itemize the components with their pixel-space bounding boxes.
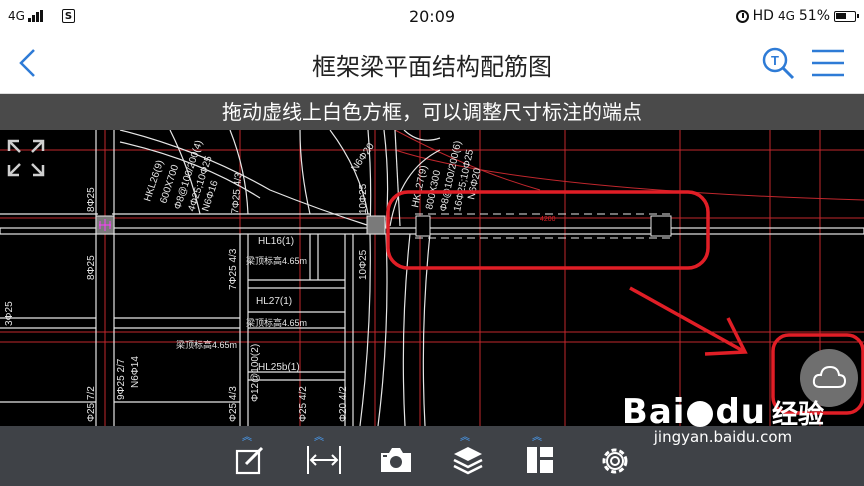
drawing-canvas[interactable]: 4200 HKL26(9) 600X700 Φ8@100/200(4) 4Φ25… (0, 130, 864, 426)
label-left-8: 8Φ25 (86, 187, 97, 212)
layout-panels-icon (527, 447, 553, 473)
edit-annotation-button[interactable]: ︽ (230, 432, 270, 476)
label-left-8b: 8Φ25 (86, 255, 97, 280)
label-hl16: HL16(1) (258, 236, 294, 247)
battery-icon (834, 10, 859, 22)
dimension-arrows-icon (307, 446, 341, 474)
hd-indicator: HD (752, 8, 774, 24)
gear-icon (602, 448, 628, 474)
alarm-icon (735, 9, 749, 23)
expand-chevron-icon: ︽ (242, 432, 252, 443)
layers-icon (453, 447, 483, 475)
pencil-square-icon (235, 446, 264, 475)
label-nk: N6Φ20 (349, 141, 377, 174)
network-type-2: 4G (777, 9, 795, 23)
expand-chevron-icon: ︽ (314, 432, 324, 443)
dim-end-handle[interactable] (650, 215, 672, 237)
status-right: HD 4G 51% (735, 8, 859, 24)
label-hl25b: HL25b(1) (258, 362, 300, 373)
camera-button[interactable] (374, 436, 414, 476)
label-upper-left: 7Φ25 4/3 (230, 172, 245, 215)
clock: 20:09 (408, 7, 456, 26)
dimension-value: 4200 (540, 216, 556, 223)
label-mid-7: 7Φ25 4/3 (228, 248, 239, 290)
label-col-10b: 10Φ25 (358, 249, 369, 280)
battery-percent: 51% (798, 8, 830, 24)
hint-banner: 拖动虚线上白色方框，可以调整尺寸标注的端点 (0, 94, 864, 130)
layers-button[interactable]: ︽ (448, 432, 488, 476)
text-search-icon: T (762, 47, 795, 80)
label-col-20: Φ20 4/2 (338, 386, 349, 422)
label-elev-2: 梁顶标高4.65m (246, 317, 307, 328)
layout-button[interactable]: ︽ (520, 432, 560, 476)
expand-arrows-icon (7, 139, 45, 177)
label-left-n: N6Φ14 (130, 356, 141, 388)
cad-drawing[interactable]: 4200 HKL26(9) 600X700 Φ8@100/200(4) 4Φ25… (0, 130, 864, 426)
label-left-3: 3Φ25 (4, 301, 15, 326)
label-mid-bottom: Φ25 4/2 (298, 386, 309, 422)
watermark-cn: 经验 (771, 400, 824, 430)
watermark-brand: Bai du (621, 392, 766, 432)
hamburger-menu-icon (812, 49, 844, 77)
annotation-arrow (629, 286, 748, 356)
text-search-button[interactable]: T (760, 45, 798, 83)
label-left-low: Φ25 7/2 (86, 386, 97, 422)
camera-icon (381, 448, 411, 472)
cloud-icon (812, 365, 846, 388)
baidu-watermark: Bai du 经验 jingyan.baidu.com (622, 392, 824, 446)
fullscreen-button[interactable] (6, 138, 46, 178)
label-hl27: HL27(1) (256, 296, 292, 307)
label-elev-1: 梁顶标高4.65m (246, 255, 307, 266)
measure-dimension-button[interactable]: ︽ (302, 432, 342, 476)
paw-icon (687, 400, 714, 427)
page-title: 框架梁平面结构配筋图 (312, 53, 552, 81)
expand-chevron-icon: ︽ (460, 432, 470, 443)
label-mid-low: Φ25 4/3 (228, 386, 239, 422)
label-left-mid: 9Φ25 2/7 (116, 358, 127, 400)
status-bar: 4G S 20:09 HD 4G 51% (0, 0, 864, 33)
svg-text:T: T (771, 53, 779, 68)
expand-chevron-icon: ︽ (532, 432, 542, 443)
label-elev-3: 梁顶标高4.65m (176, 339, 237, 350)
dim-start-handle[interactable] (415, 215, 431, 237)
menu-button[interactable] (810, 47, 846, 79)
label-col-10: 10Φ25 (358, 183, 369, 214)
app-header: 框架梁平面结构配筋图 T (0, 33, 864, 94)
